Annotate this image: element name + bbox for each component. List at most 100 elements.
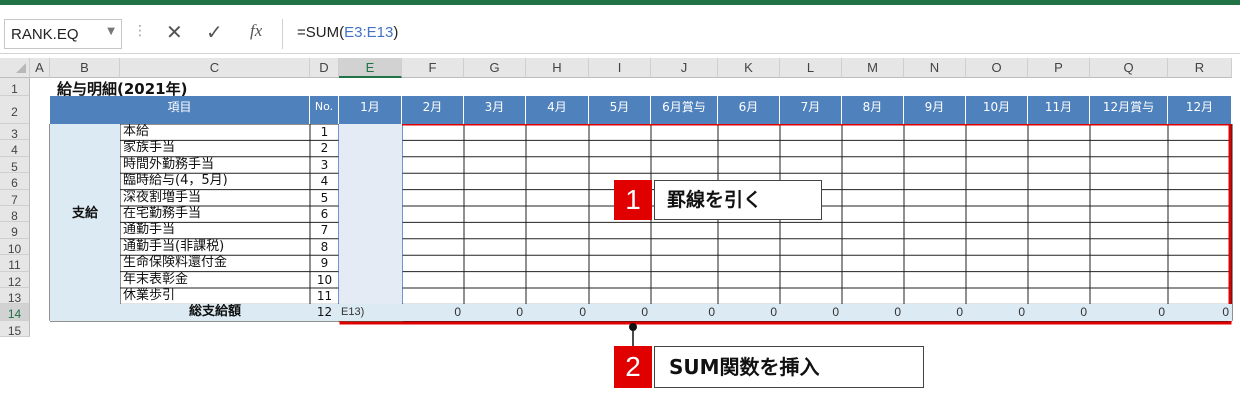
total-edit-cell[interactable]: E13) xyxy=(339,304,402,320)
month-header-cell[interactable]: 9月 xyxy=(904,96,966,124)
column-header-b[interactable]: B xyxy=(50,58,120,78)
selected-range[interactable] xyxy=(339,124,402,305)
row-header-2[interactable]: 2 xyxy=(0,96,30,124)
month-header-cell[interactable]: 4月 xyxy=(526,96,589,124)
total-value-cell[interactable]: 0 xyxy=(402,304,464,320)
item-label[interactable]: 臨時給与(4，5月) xyxy=(120,173,310,189)
month-header-cell[interactable]: 12月賞与 xyxy=(1090,96,1168,124)
total-value-cell[interactable]: 0 xyxy=(589,304,651,320)
row-header-11[interactable]: 11 xyxy=(0,255,30,272)
item-number[interactable]: 1 xyxy=(310,124,339,140)
item-label[interactable]: 時間外勤務手当 xyxy=(120,157,310,173)
item-number[interactable]: 2 xyxy=(310,140,339,156)
row-header-13[interactable]: 13 xyxy=(0,288,30,305)
item-label[interactable]: 休業歩引 xyxy=(120,288,310,304)
cancel-icon[interactable]: ✕ xyxy=(166,20,183,44)
formula-text: =SUM(E3:E13) xyxy=(297,24,399,41)
formula-bar: RANK.EQ ▼ ⋮ ✕ ✓ fx =SUM(E3:E13) xyxy=(0,5,1240,54)
month-header-cell[interactable]: 5月 xyxy=(589,96,651,124)
column-header-a[interactable]: A xyxy=(30,58,50,78)
total-number[interactable]: 12 xyxy=(310,304,339,320)
row-header-3[interactable]: 3 xyxy=(0,124,30,141)
column-header-r[interactable]: R xyxy=(1168,58,1232,78)
item-label[interactable]: 年末表彰金 xyxy=(120,272,310,288)
month-header-cell[interactable]: 8月 xyxy=(842,96,904,124)
item-number[interactable]: 9 xyxy=(310,255,339,271)
item-label[interactable]: 生命保険料還付金 xyxy=(120,255,310,271)
item-label[interactable]: 本給 xyxy=(120,124,310,140)
item-label[interactable]: 通勤手当(非課税) xyxy=(120,239,310,255)
drag-handle-icon[interactable]: ⋮ xyxy=(133,23,147,39)
item-number[interactable]: 5 xyxy=(310,190,339,206)
item-number[interactable]: 8 xyxy=(310,239,339,255)
item-number[interactable]: 4 xyxy=(310,173,339,189)
column-header-d[interactable]: D xyxy=(310,58,339,78)
total-value-cell[interactable]: 0 xyxy=(904,304,966,320)
row-header-4[interactable]: 4 xyxy=(0,140,30,157)
row-header-14[interactable]: 14 xyxy=(0,304,30,321)
item-number[interactable]: 11 xyxy=(310,288,339,304)
column-header-j[interactable]: J xyxy=(651,58,718,78)
callout-2-number: 2 xyxy=(614,346,652,388)
item-number[interactable]: 6 xyxy=(310,206,339,222)
total-value-cell[interactable]: 0 xyxy=(1028,304,1090,320)
row-header-5[interactable]: 5 xyxy=(0,156,30,174)
total-value-cell[interactable]: 0 xyxy=(651,304,718,320)
total-value-cell[interactable]: 0 xyxy=(718,304,780,320)
row-header-8[interactable]: 8 xyxy=(0,206,30,223)
header-item-cell[interactable]: 項目 xyxy=(50,96,310,124)
column-header-n[interactable]: N xyxy=(904,58,966,78)
name-box[interactable]: RANK.EQ ▼ xyxy=(4,19,122,49)
month-header-cell[interactable]: 3月 xyxy=(464,96,526,124)
column-header-h[interactable]: H xyxy=(526,58,589,78)
insert-function-icon[interactable]: fx xyxy=(250,21,262,41)
month-header-cell[interactable]: 1月 xyxy=(339,96,402,124)
month-header-cell[interactable]: 11月 xyxy=(1028,96,1090,124)
month-header-cell[interactable]: 12月 xyxy=(1168,96,1232,124)
column-header-m[interactable]: M xyxy=(842,58,904,78)
chevron-down-icon[interactable]: ▼ xyxy=(107,26,115,37)
item-label[interactable]: 通勤手当 xyxy=(120,222,310,238)
row-header-6[interactable]: 6 xyxy=(0,173,30,190)
item-label[interactable]: 在宅勤務手当 xyxy=(120,206,310,222)
row-header-1[interactable]: 1 xyxy=(0,78,30,96)
callout-1-number: 1 xyxy=(614,180,652,220)
item-label[interactable]: 家族手当 xyxy=(120,140,310,156)
column-header-f[interactable]: F xyxy=(402,58,464,78)
total-value-cell[interactable]: 0 xyxy=(526,304,589,320)
month-header-cell[interactable]: 6月 xyxy=(718,96,780,124)
column-header-k[interactable]: K xyxy=(718,58,780,78)
column-header-c[interactable]: C xyxy=(120,58,310,78)
month-header-cell[interactable]: 10月 xyxy=(966,96,1028,124)
total-value-cell[interactable]: 0 xyxy=(966,304,1028,320)
total-value-cell[interactable]: 0 xyxy=(842,304,904,320)
column-header-l[interactable]: L xyxy=(780,58,842,78)
row-header-9[interactable]: 9 xyxy=(0,222,30,239)
row-header-15[interactable]: 15 xyxy=(0,320,30,338)
column-header-g[interactable]: G xyxy=(464,58,526,78)
formula-input[interactable]: =SUM(E3:E13) xyxy=(282,19,1236,49)
item-number[interactable]: 3 xyxy=(310,157,339,173)
row-header-12[interactable]: 12 xyxy=(0,271,30,289)
column-header-q[interactable]: Q xyxy=(1090,58,1168,78)
month-header-cell[interactable]: 2月 xyxy=(402,96,464,124)
total-value-cell[interactable]: 0 xyxy=(464,304,526,320)
total-value-cell[interactable]: 0 xyxy=(1090,304,1168,320)
item-label[interactable]: 深夜割増手当 xyxy=(120,190,310,206)
column-header-o[interactable]: O xyxy=(966,58,1028,78)
column-header-p[interactable]: P xyxy=(1028,58,1090,78)
total-value-cell[interactable]: 0 xyxy=(780,304,842,320)
total-value-cell[interactable]: 0 xyxy=(1168,304,1232,320)
enter-icon[interactable]: ✓ xyxy=(206,20,223,44)
month-header-cell[interactable]: 6月賞与 xyxy=(651,96,718,124)
month-header-cell[interactable]: 7月 xyxy=(780,96,842,124)
item-number[interactable]: 10 xyxy=(310,272,339,288)
column-header-i[interactable]: I xyxy=(589,58,651,78)
row-header-7[interactable]: 7 xyxy=(0,189,30,207)
row-header-10[interactable]: 10 xyxy=(0,238,30,256)
header-no-cell[interactable]: No. xyxy=(310,96,339,124)
total-label[interactable]: 総支給額 xyxy=(120,304,310,320)
group-label: 支給 xyxy=(71,206,98,221)
column-header-e[interactable]: E xyxy=(339,58,402,78)
item-number[interactable]: 7 xyxy=(310,222,339,238)
